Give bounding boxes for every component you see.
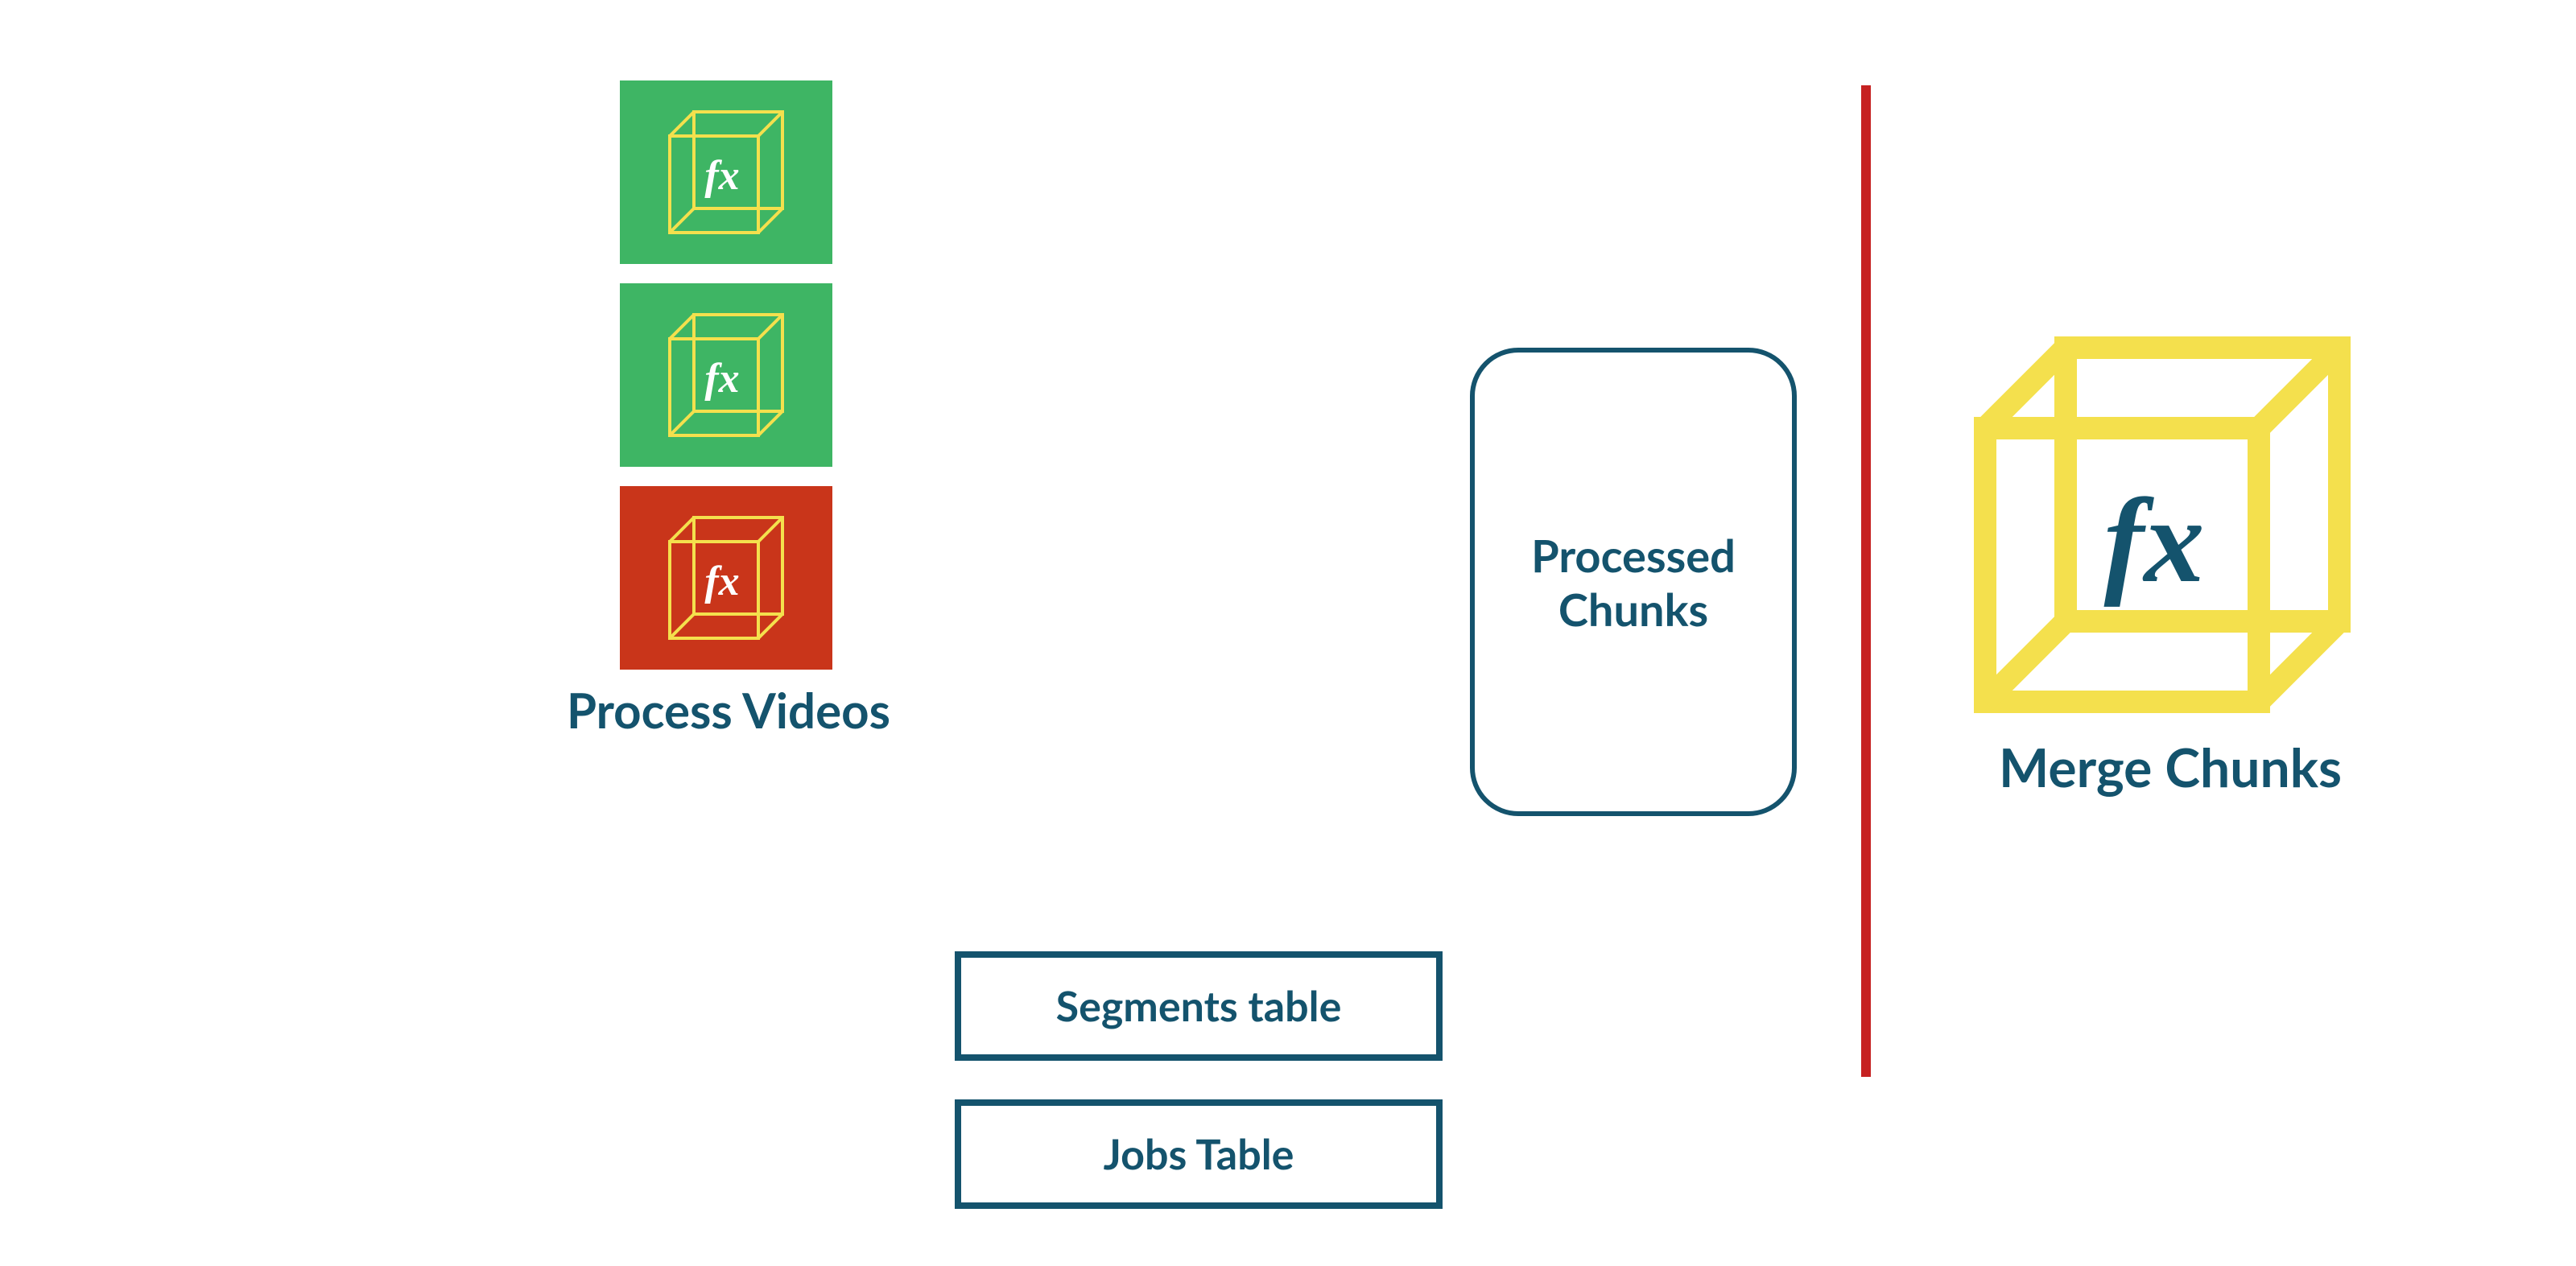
svg-text:fx: fx bbox=[704, 153, 739, 199]
process-videos-tile-3: fx bbox=[620, 486, 832, 670]
process-videos-tile-1: fx bbox=[620, 80, 832, 264]
segments-table-box: Segments table bbox=[955, 951, 1443, 1061]
process-videos-tile-2: fx bbox=[620, 283, 832, 467]
processed-chunks-line2: Chunks bbox=[1531, 582, 1736, 636]
svg-text:fx: fx bbox=[704, 559, 739, 604]
divider-line bbox=[1861, 85, 1871, 1077]
fx-cube-big-icon: fx bbox=[1969, 332, 2355, 718]
svg-text:fx: fx bbox=[2104, 474, 2205, 608]
fx-cube-icon: fx bbox=[662, 104, 791, 241]
svg-text:fx: fx bbox=[704, 356, 739, 402]
merge-chunks-icon: fx bbox=[1969, 332, 2355, 718]
processed-chunks-line1: Processed bbox=[1531, 528, 1736, 582]
fx-cube-icon: fx bbox=[662, 307, 791, 443]
process-videos-caption: Process Videos bbox=[483, 681, 974, 739]
segments-table-label: Segments table bbox=[1056, 981, 1342, 1031]
fx-cube-icon: fx bbox=[662, 509, 791, 646]
processed-chunks-box: Processed Chunks bbox=[1470, 348, 1797, 816]
jobs-table-box: Jobs Table bbox=[955, 1099, 1443, 1209]
jobs-table-label: Jobs Table bbox=[1104, 1129, 1294, 1179]
merge-chunks-caption: Merge Chunks bbox=[1945, 736, 2396, 799]
